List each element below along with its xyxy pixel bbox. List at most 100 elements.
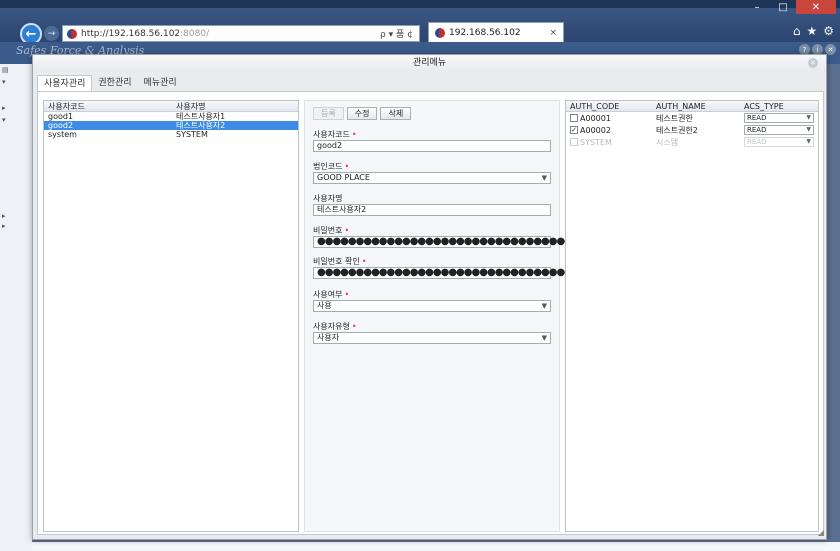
password-confirm-field[interactable]: ●●●●●●●●●●●●●●●●●●●●●●●●●●●●●●●●●●● — [313, 267, 588, 279]
url-host: http://192.168.56.102 — [81, 28, 181, 39]
cell-user-name: SYSTEM — [176, 130, 208, 139]
auth-checkbox[interactable] — [570, 114, 578, 122]
cell-auth-code: A00002 — [580, 125, 611, 135]
table-row[interactable]: good1 테스트사용자1 — [44, 112, 298, 121]
auth-grid: AUTH_CODE AUTH_NAME ACS_TYPE A00001 테스트권… — [565, 100, 819, 532]
cell-user-code: good2 — [48, 121, 74, 130]
required-mark: • — [344, 290, 350, 299]
tab-content: 사용자코드 사용자명 good1 테스트사용자1 good2 테스트사용자2 s… — [37, 91, 824, 535]
maximize-icon[interactable]: □ — [770, 0, 796, 14]
url-port: :8080/ — [180, 28, 210, 39]
site-favicon-icon — [67, 28, 77, 39]
cell-user-name: 테스트사용자1 — [176, 112, 226, 121]
sidebar-expand-icon[interactable]: ▸ — [2, 104, 6, 112]
auth-grid-header: AUTH_CODE AUTH_NAME ACS_TYPE — [566, 101, 818, 112]
user-code-field[interactable]: good2 — [313, 140, 551, 152]
app-sidebar: ▤ ▾ ▸ ▾ ▸ ▸ — [0, 64, 32, 551]
window-controls: – □ ✕ — [744, 0, 836, 14]
user-name-label: 사용자명 — [313, 194, 343, 203]
auth-checkbox-disabled — [570, 138, 578, 146]
address-tools[interactable]: ρ ▾ 품 ¢ — [380, 25, 413, 42]
cell-auth-name: 테스트권한2 — [656, 125, 698, 135]
sidebar-expand-icon[interactable]: ▸ — [2, 222, 6, 230]
address-bar[interactable]: http://192.168.56.102 :8080/ — [62, 25, 420, 42]
dialog-title: 관리메뉴 — [33, 55, 826, 71]
use-yn-label: 사용여부 • — [313, 290, 350, 299]
chevron-down-icon: ▼ — [541, 174, 547, 182]
sidebar-expand-icon[interactable]: ▾ — [2, 116, 6, 124]
dialog-tabs: 사용자관리 권한관리 메뉴관리 — [37, 75, 183, 91]
minimize-icon[interactable]: – — [744, 0, 770, 14]
form-button-bar: 등록 수정 삭제 — [313, 107, 412, 120]
user-type-label: 사용자유형 • — [313, 322, 357, 331]
tab-title: 192.168.56.102 — [449, 27, 521, 38]
use-yn-select[interactable]: 사용 ▼ — [313, 300, 551, 312]
title-bar — [0, 0, 840, 8]
required-mark: • — [351, 322, 357, 331]
sidebar-expand-icon[interactable]: ▸ — [2, 212, 6, 220]
cell-auth-name: 테스트권한 — [656, 113, 693, 123]
tab-close-icon[interactable]: × — [549, 28, 557, 38]
acs-type-select-disabled: READ ▼ — [744, 137, 814, 147]
resize-grip-icon[interactable]: ◢ — [818, 528, 824, 537]
sidebar-menu-icon[interactable]: ▤ — [2, 66, 9, 74]
table-row: ✓ A00002 테스트권한2 READ ▼ — [566, 124, 818, 136]
table-row-disabled: SYSTEM 시스템 READ ▼ — [566, 136, 818, 148]
password-field[interactable]: ●●●●●●●●●●●●●●●●●●●●●●●●●●●●●●●●●●● — [313, 236, 588, 248]
required-mark: • — [344, 162, 350, 171]
cell-auth-code: SYSTEM — [580, 137, 612, 147]
close-window-icon[interactable]: ✕ — [796, 0, 836, 14]
column-header-auth-name[interactable]: AUTH_NAME — [652, 101, 740, 111]
chevron-down-icon: ▼ — [806, 126, 811, 133]
table-row: A00001 테스트권한 READ ▼ — [566, 112, 818, 124]
auth-checkbox-checked[interactable]: ✓ — [570, 126, 578, 134]
acs-type-select[interactable]: READ ▼ — [744, 125, 814, 135]
tab-menu-management[interactable]: 메뉴관리 — [138, 75, 183, 91]
required-mark: • — [361, 257, 367, 266]
required-mark: • — [351, 130, 357, 139]
users-grid: 사용자코드 사용자명 good1 테스트사용자1 good2 테스트사용자2 s… — [43, 100, 299, 532]
register-button[interactable]: 등록 — [313, 107, 344, 120]
password-label: 비밀번호 • — [313, 226, 350, 235]
cell-auth-code: A00001 — [580, 113, 611, 123]
column-header-auth-code[interactable]: AUTH_CODE — [566, 101, 652, 111]
favorites-star-icon[interactable]: ★ — [806, 24, 817, 38]
admin-menu-dialog: 관리메뉴 ✕ 사용자관리 권한관리 메뉴관리 사용자코드 사용자명 good1 … — [32, 54, 827, 540]
tab-user-management[interactable]: 사용자관리 — [37, 75, 93, 91]
home-icon[interactable]: ⌂ — [793, 24, 801, 38]
cell-auth-name: 시스템 — [656, 137, 679, 147]
sidebar-expand-icon[interactable]: ▾ — [2, 78, 6, 86]
cell-user-code: good1 — [48, 112, 74, 121]
user-type-select[interactable]: 사용자 ▼ — [313, 332, 551, 344]
password-confirm-label: 비밀번호 확인 • — [313, 257, 367, 266]
settings-gear-icon[interactable]: ⚙ — [823, 24, 834, 38]
chevron-down-icon: ▼ — [806, 114, 811, 121]
delete-button[interactable]: 삭제 — [380, 107, 412, 120]
corp-code-select[interactable]: GOOD PLACE ▼ — [313, 172, 551, 184]
column-header-user-name[interactable]: 사용자명 — [172, 101, 298, 111]
table-row-selected[interactable]: good2 테스트사용자2 — [44, 121, 298, 130]
corp-code-label: 법인코드 • — [313, 162, 350, 171]
acs-type-select[interactable]: READ ▼ — [744, 113, 814, 123]
edit-button[interactable]: 수정 — [346, 107, 378, 120]
chevron-down-icon: ▼ — [541, 302, 547, 310]
required-mark: • — [344, 226, 350, 235]
users-grid-header: 사용자코드 사용자명 — [44, 101, 298, 112]
browser-nav-icons: ⌂ ★ ⚙ — [793, 24, 834, 38]
app-footer — [32, 542, 840, 551]
user-name-field[interactable]: 테스트사용자2 — [313, 204, 551, 216]
user-code-label: 사용자코드 • — [313, 130, 357, 139]
forward-button[interactable]: → — [44, 26, 59, 41]
column-header-acs-type[interactable]: ACS_TYPE — [740, 101, 818, 111]
browser-tab[interactable]: 192.168.56.102 × — [428, 22, 564, 42]
user-form: 등록 수정 삭제 사용자코드 • good2 법인코드 • GOOD PLACE ▼… — [304, 100, 588, 532]
tab-auth-management[interactable]: 권한관리 — [92, 75, 137, 91]
cell-user-code: system — [48, 130, 77, 139]
chevron-down-icon: ▼ — [806, 138, 811, 145]
dialog-close-icon[interactable]: ✕ — [808, 58, 818, 68]
column-header-user-code[interactable]: 사용자코드 — [44, 101, 172, 111]
tab-favicon-icon — [435, 27, 445, 38]
chevron-down-icon: ▼ — [541, 334, 547, 342]
table-row[interactable]: system SYSTEM — [44, 130, 298, 139]
cell-user-name: 테스트사용자2 — [176, 121, 226, 130]
